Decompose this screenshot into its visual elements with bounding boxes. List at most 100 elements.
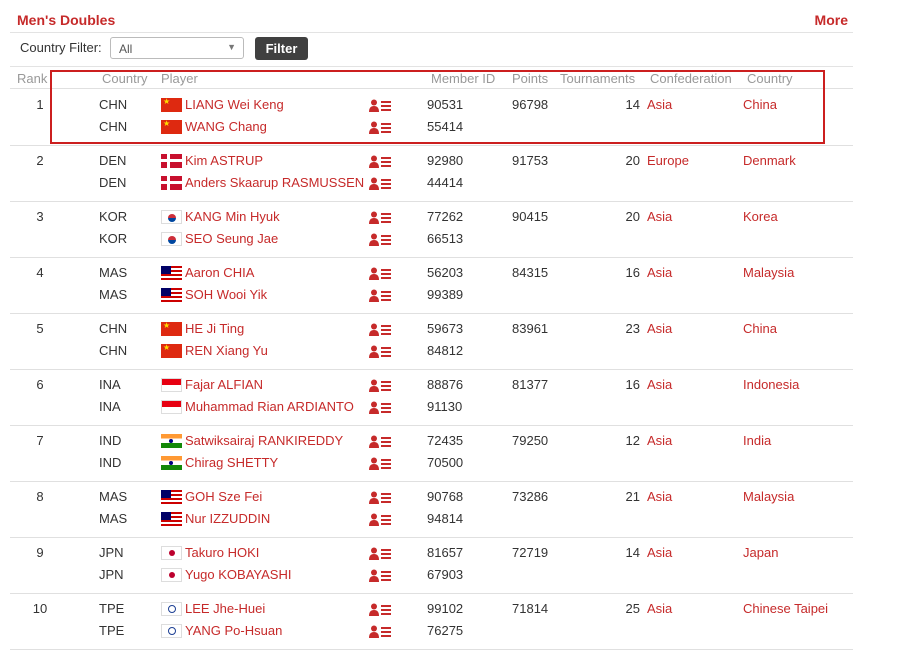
player-profile-icon[interactable]	[369, 99, 391, 113]
country-link[interactable]: Indonesia	[743, 377, 799, 392]
tournaments-link[interactable]: 20	[610, 153, 640, 168]
player-profile-icon[interactable]	[369, 569, 391, 583]
confederation-link[interactable]: Asia	[647, 265, 672, 280]
player-profile-icon[interactable]	[369, 211, 391, 225]
player-profile-icon[interactable]	[369, 547, 391, 561]
country-code: CHN	[99, 343, 128, 358]
points-value: 73286	[512, 489, 549, 504]
rank-value: 4	[36, 265, 44, 280]
country-link[interactable]: China	[743, 321, 777, 336]
confederation-link[interactable]: Asia	[647, 377, 672, 392]
col-rank[interactable]: Rank	[17, 71, 47, 86]
player-profile-icon[interactable]	[369, 121, 391, 135]
country-link[interactable]: Korea	[743, 209, 778, 224]
confederation-link[interactable]: Asia	[647, 321, 672, 336]
points-value: 90415	[512, 209, 549, 224]
player-name-link[interactable]: Aaron CHIA	[185, 265, 254, 280]
jpn-flag-icon	[161, 568, 182, 582]
country-link[interactable]: Malaysia	[743, 265, 794, 280]
member-id: 56203	[427, 265, 464, 280]
player-name-link[interactable]: KANG Min Hyuk	[185, 209, 280, 224]
country-code: INA	[99, 399, 121, 414]
points-value: 81377	[512, 377, 549, 392]
player-profile-icon[interactable]	[369, 379, 391, 393]
confederation-link[interactable]: Asia	[647, 545, 672, 560]
player-name-link[interactable]: REN Xiang Yu	[185, 343, 268, 358]
country-code: IND	[99, 455, 122, 470]
player-profile-icon[interactable]	[369, 267, 391, 281]
country-link[interactable]: Denmark	[743, 153, 796, 168]
player-profile-icon[interactable]	[369, 233, 391, 247]
player-name-link[interactable]: SOH Wooi Yik	[185, 287, 267, 302]
confederation-link[interactable]: Europe	[647, 153, 689, 168]
player-name-link[interactable]: Satwiksairaj RANKIREDDY	[185, 433, 343, 448]
player-name-link[interactable]: Muhammad Rian ARDIANTO	[185, 399, 354, 414]
tournaments-link[interactable]: 16	[610, 265, 640, 280]
member-id: 66513	[427, 231, 464, 246]
col-country[interactable]: Country	[102, 71, 148, 86]
player-name-link[interactable]: GOH Sze Fei	[185, 489, 262, 504]
tournaments-link[interactable]: 14	[610, 97, 640, 112]
confederation-link[interactable]: Asia	[647, 489, 672, 504]
col-tournaments[interactable]: Tournaments	[560, 71, 635, 86]
country-link[interactable]: Chinese Taipei	[743, 601, 828, 616]
chn-flag-icon	[161, 120, 182, 134]
filter-button[interactable]: Filter	[255, 37, 308, 60]
player-name-link[interactable]: WANG Chang	[185, 119, 267, 134]
tournaments-link[interactable]: 20	[610, 209, 640, 224]
player-profile-icon[interactable]	[369, 603, 391, 617]
player-name-link[interactable]: HE Ji Ting	[185, 321, 244, 336]
player-name-link[interactable]: Nur IZZUDDIN	[185, 511, 270, 526]
table-row: 3 KOR KANG Min Hyuk 77262 KOR SEO Seung Jae 66…	[10, 201, 853, 258]
confederation-link[interactable]: Asia	[647, 97, 672, 112]
player-profile-icon[interactable]	[369, 625, 391, 639]
player-name-link[interactable]: SEO Seung Jae	[185, 231, 278, 246]
player-profile-icon[interactable]	[369, 491, 391, 505]
tournaments-link[interactable]: 21	[610, 489, 640, 504]
rank-value: 5	[36, 321, 44, 336]
player-name-link[interactable]: LIANG Wei Keng	[185, 97, 284, 112]
table-row: 9 JPN Takuro HOKI 81657 JPN Yugo KOBAYASHI 679…	[10, 537, 853, 594]
player-name-link[interactable]: Kim ASTRUP	[185, 153, 263, 168]
player-profile-icon[interactable]	[369, 435, 391, 449]
player-name-link[interactable]: LEE Jhe-Huei	[185, 601, 265, 616]
country-link[interactable]: Malaysia	[743, 489, 794, 504]
more-link[interactable]: More	[815, 12, 848, 28]
player-name-link[interactable]: Anders Skaarup RASMUSSEN	[185, 175, 364, 190]
tournaments-link[interactable]: 14	[610, 545, 640, 560]
tournaments-link[interactable]: 23	[610, 321, 640, 336]
tournaments-link[interactable]: 12	[610, 433, 640, 448]
country-link[interactable]: India	[743, 433, 771, 448]
player-name-link[interactable]: Fajar ALFIAN	[185, 377, 263, 392]
tournaments-link[interactable]: 16	[610, 377, 640, 392]
confederation-link[interactable]: Asia	[647, 433, 672, 448]
col-points[interactable]: Points	[512, 71, 548, 86]
confederation-link[interactable]: Asia	[647, 209, 672, 224]
ina-flag-icon	[161, 378, 182, 392]
col-country-name[interactable]: Country	[747, 71, 793, 86]
country-filter-select[interactable]: All ▼	[110, 37, 244, 59]
col-confederation[interactable]: Confederation	[650, 71, 732, 86]
points-value: 71814	[512, 601, 549, 616]
confederation-link[interactable]: Asia	[647, 601, 672, 616]
country-link[interactable]: China	[743, 97, 777, 112]
player-name-link[interactable]: Yugo KOBAYASHI	[185, 567, 291, 582]
player-profile-icon[interactable]	[369, 457, 391, 471]
chn-flag-icon	[161, 322, 182, 336]
player-name-link[interactable]: YANG Po-Hsuan	[185, 623, 282, 638]
player-profile-icon[interactable]	[369, 323, 391, 337]
player-profile-icon[interactable]	[369, 345, 391, 359]
player-name-link[interactable]: Chirag SHETTY	[185, 455, 278, 470]
player-profile-icon[interactable]	[369, 513, 391, 527]
player-profile-icon[interactable]	[369, 155, 391, 169]
player-name-link[interactable]: Takuro HOKI	[185, 545, 259, 560]
tournaments-link[interactable]: 25	[610, 601, 640, 616]
col-member-id[interactable]: Member ID	[431, 71, 495, 86]
player-profile-icon[interactable]	[369, 177, 391, 191]
kor-flag-icon	[161, 232, 182, 246]
ina-flag-icon	[161, 400, 182, 414]
player-profile-icon[interactable]	[369, 289, 391, 303]
col-player[interactable]: Player	[161, 71, 198, 86]
player-profile-icon[interactable]	[369, 401, 391, 415]
country-link[interactable]: Japan	[743, 545, 778, 560]
